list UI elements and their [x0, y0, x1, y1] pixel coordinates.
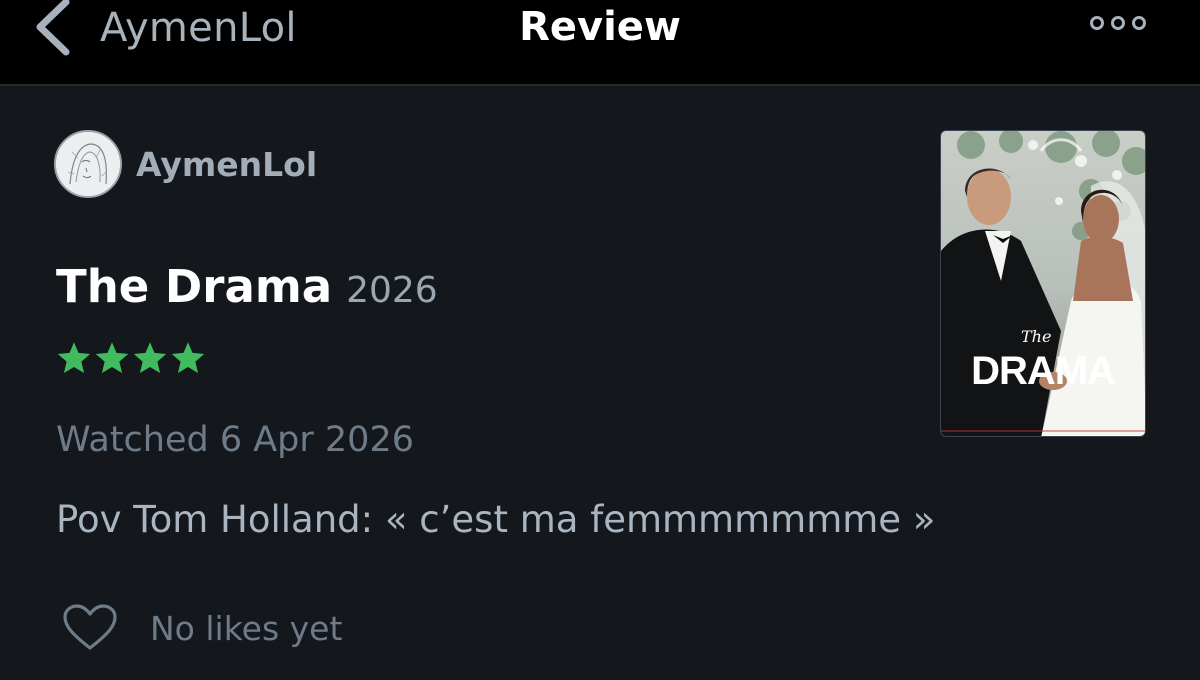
- likes-row: No likes yet: [62, 604, 342, 652]
- film-title: The Drama: [56, 260, 333, 313]
- more-dots-icon: [1090, 16, 1104, 30]
- top-nav-bar: AymenLol Review: [0, 0, 1200, 86]
- star-icon: [57, 342, 91, 373]
- review-content: AymenLol The Drama 2026 Watched 6 Apr 20…: [0, 88, 1200, 680]
- more-options-button[interactable]: [1090, 16, 1146, 30]
- page-title: Review: [519, 4, 681, 50]
- more-dots-icon: [1111, 16, 1125, 30]
- author-name: AymenLol: [136, 144, 318, 184]
- author-link[interactable]: AymenLol: [54, 130, 317, 198]
- watched-date: Watched 6 Apr 2026: [56, 420, 414, 460]
- heart-outline-icon[interactable]: [62, 604, 118, 652]
- poster-title-large: DRAMA: [971, 349, 1116, 393]
- star-icon: [133, 342, 167, 373]
- review-text: Pov Tom Holland: « c’est ma femmmmmmme »: [56, 498, 936, 541]
- avatar: [54, 130, 122, 198]
- star-rating: [56, 340, 206, 376]
- likes-label: No likes yet: [150, 608, 343, 648]
- more-dots-icon: [1132, 16, 1146, 30]
- film-year: 2026: [346, 270, 438, 311]
- poster-title-small: The: [1021, 327, 1052, 346]
- avatar-sketch-icon: [56, 132, 120, 196]
- film-poster[interactable]: The DRAMA: [940, 130, 1146, 437]
- film-heading[interactable]: The Drama 2026: [56, 260, 438, 313]
- star-icon: [95, 342, 129, 373]
- star-icon: [171, 342, 205, 373]
